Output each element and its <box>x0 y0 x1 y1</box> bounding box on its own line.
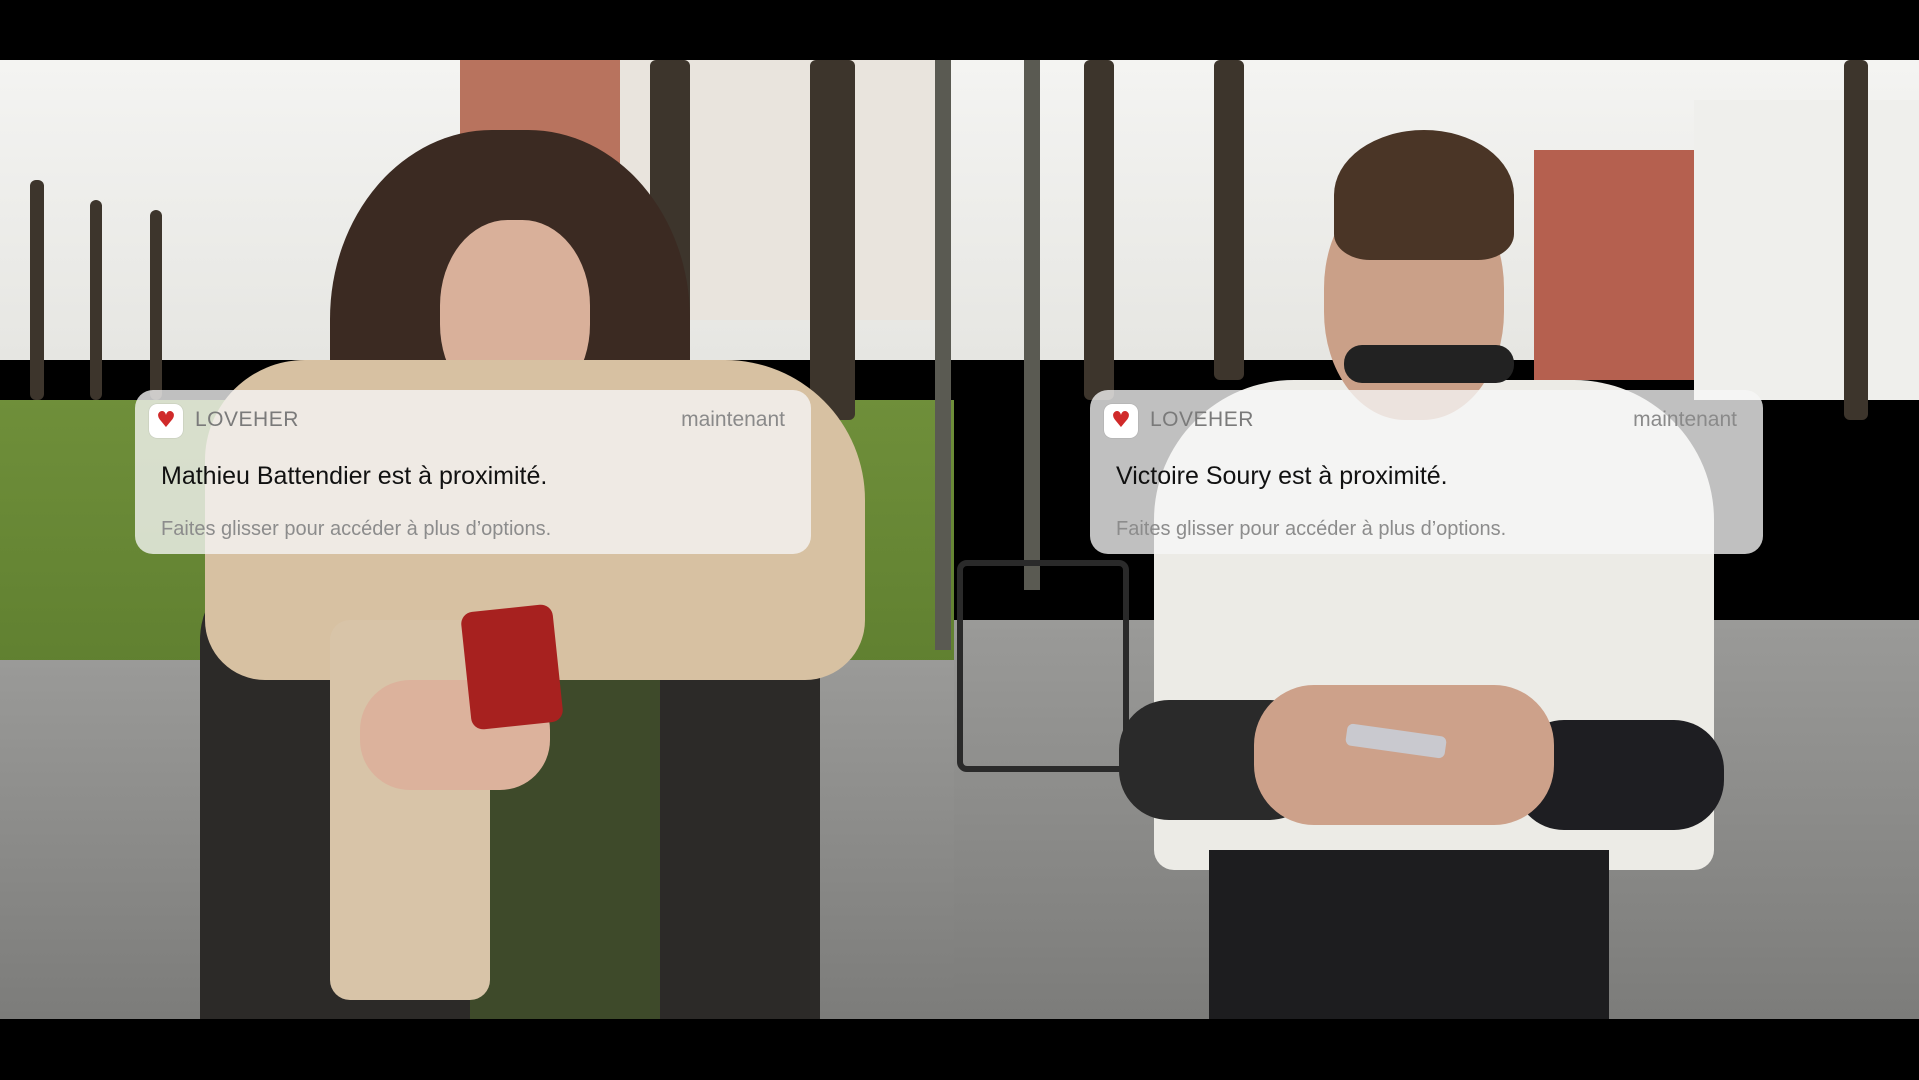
notification-banner[interactable]: ♥ LOVEHER maintenant Mathieu Battendier … <box>135 390 811 554</box>
notification-banner[interactable]: ♥ LOVEHER maintenant Victoire Soury est … <box>1090 390 1763 554</box>
tree-trunk <box>1214 60 1244 380</box>
sunglasses <box>1344 345 1514 383</box>
notification-app-name: LOVEHER <box>195 408 299 431</box>
notification-hint: Faites glisser pour accéder à plus d’opt… <box>161 518 552 540</box>
person-hands <box>1254 685 1554 825</box>
park-bench <box>957 560 1129 772</box>
person-sweater-band <box>1209 850 1609 1019</box>
notification-time: maintenant <box>681 408 785 431</box>
tree-trunk <box>150 210 162 400</box>
smartphone <box>460 603 564 731</box>
notification-time: maintenant <box>1633 408 1737 431</box>
tree-trunk <box>810 60 855 420</box>
letterbox-bottom <box>0 1019 1919 1080</box>
tree-trunk <box>1844 60 1868 420</box>
notification-app-name: LOVEHER <box>1150 408 1254 431</box>
lamp-post <box>935 60 951 650</box>
app-icon: ♥ <box>149 404 183 438</box>
app-icon: ♥ <box>1104 404 1138 438</box>
tree-trunk <box>30 180 44 400</box>
lamp-post <box>1024 60 1040 590</box>
building <box>1534 150 1694 380</box>
heart-icon: ♥ <box>1111 408 1131 433</box>
building <box>1694 100 1919 400</box>
letterbox-top <box>0 0 1919 60</box>
notification-title: Victoire Soury est à proximité. <box>1116 462 1448 490</box>
tree-trunk <box>1084 60 1114 400</box>
notification-title: Mathieu Battendier est à proximité. <box>161 462 548 490</box>
notification-hint: Faites glisser pour accéder à plus d’opt… <box>1116 518 1507 540</box>
tree-trunk <box>90 200 102 400</box>
person-hair <box>1334 130 1514 260</box>
heart-icon: ♥ <box>156 408 176 433</box>
